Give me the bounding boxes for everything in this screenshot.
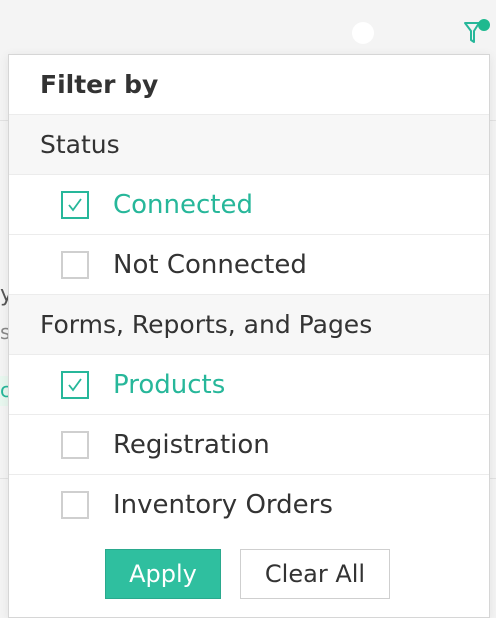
filter-header: Filter by (9, 55, 489, 115)
option-not-connected[interactable]: Not Connected (9, 235, 489, 295)
filter-icon[interactable] (462, 18, 492, 48)
checkbox-checked[interactable] (61, 191, 89, 219)
checkbox-checked[interactable] (61, 371, 89, 399)
option-label: Not Connected (113, 249, 307, 280)
option-label: Registration (113, 429, 270, 460)
option-inventory-orders[interactable]: Inventory Orders (9, 475, 489, 535)
option-connected[interactable]: Connected (9, 175, 489, 235)
filter-footer: Apply Clear All (9, 537, 489, 617)
check-icon (68, 198, 82, 212)
check-icon (68, 378, 82, 392)
filter-dropdown: Filter by Status Connected Not Connected… (8, 54, 490, 618)
background-avatar (352, 22, 374, 44)
section-header-status: Status (9, 115, 489, 175)
option-products[interactable]: Products (9, 355, 489, 415)
clear-all-button[interactable]: Clear All (240, 549, 390, 599)
option-label: Products (113, 369, 226, 400)
filter-title: Filter by (40, 70, 159, 99)
option-registration[interactable]: Registration (9, 415, 489, 475)
section-title: Status (40, 130, 120, 159)
apply-button[interactable]: Apply (105, 549, 221, 599)
option-label: Inventory Orders (113, 490, 333, 520)
section-title: Forms, Reports, and Pages (40, 310, 373, 339)
checkbox-unchecked[interactable] (61, 431, 89, 459)
section-header-forms: Forms, Reports, and Pages (9, 295, 489, 355)
checkbox-unchecked[interactable] (61, 491, 89, 519)
option-label: Connected (113, 189, 254, 220)
checkbox-unchecked[interactable] (61, 251, 89, 279)
